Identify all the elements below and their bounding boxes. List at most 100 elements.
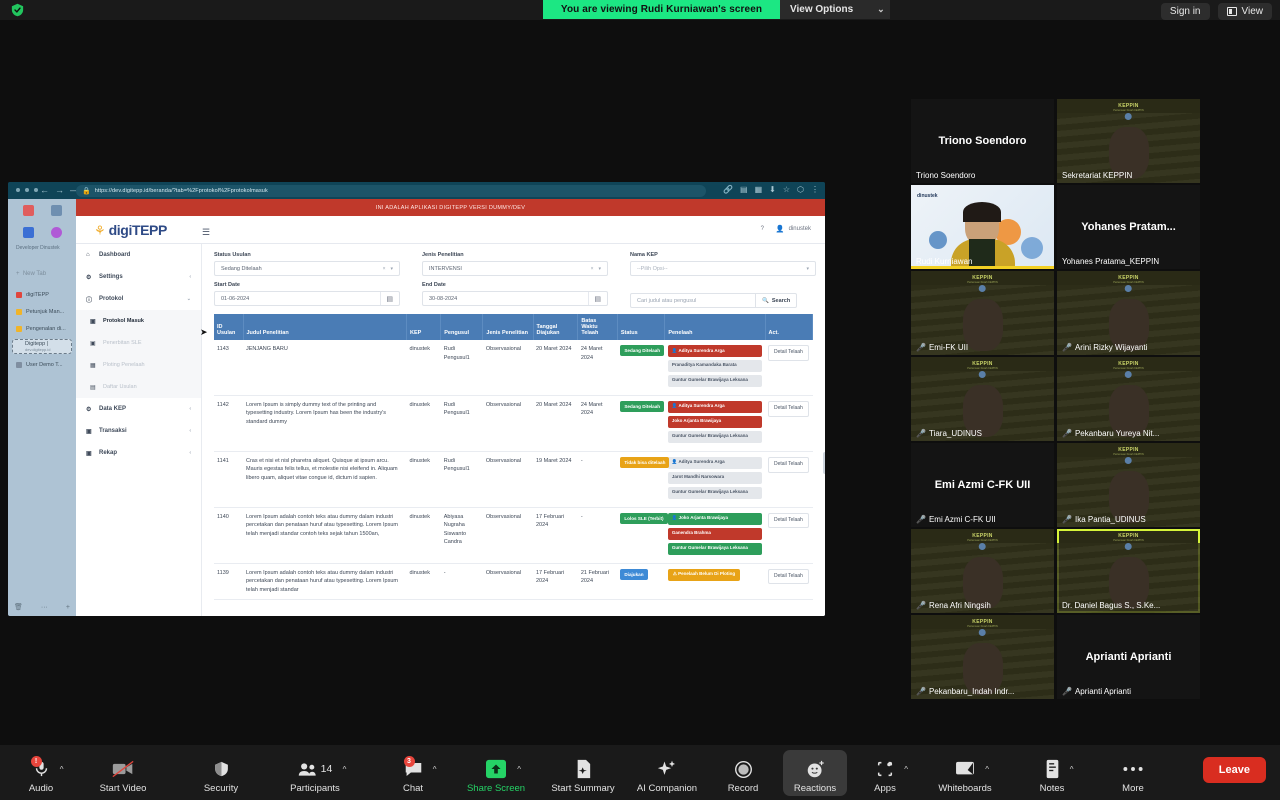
chevron-up-icon[interactable]: ^ xyxy=(904,765,908,774)
participant-tile[interactable]: KEPPIN Pertemuan Ilmiah KEPPIN 🎤 Ika Pantia… xyxy=(1057,443,1200,527)
status-usulan-select[interactable]: Sedang Ditelaah × ▾ xyxy=(214,261,400,276)
sidebar-item-rekap[interactable]: ▣ Rekap ‹ xyxy=(76,442,201,464)
help-icon[interactable]: ? xyxy=(761,226,764,232)
participant-tile[interactable]: KEPPIN Pertemuan Ilmiah KEPPIN 🎤 Emi-FK UII xyxy=(911,271,1054,355)
toolbar-ai-companion-button[interactable]: AI Companion xyxy=(635,758,699,794)
penelaah-badge[interactable]: Guntur Gumelar Brawijaya Leksana xyxy=(667,430,762,443)
sidebar-item-penerbitan-sle[interactable]: ▣ Penerbitan SLE xyxy=(76,332,201,354)
browser-sidebar-toolrow-2[interactable] xyxy=(8,223,76,242)
search-button[interactable]: 🔍 Search xyxy=(756,293,798,308)
sidebar-item-daftar-usulan[interactable]: ▤ Daftar Usulan xyxy=(76,376,201,398)
participant-tile[interactable]: Aprianti Aprianti 🎤 Aprianti Aprianti xyxy=(1057,615,1200,699)
new-tab-button[interactable]: + New Tab xyxy=(16,271,46,277)
participant-tile[interactable]: Yohanes Pratam... Yohanes Pratama_KEPPIN xyxy=(1057,185,1200,269)
leave-button[interactable]: Leave xyxy=(1202,757,1266,783)
penelaah-badge[interactable]: Jarot Mandhi Narsowara xyxy=(667,471,762,484)
participant-tile[interactable]: KEPPIN Pertemuan Ilmiah KEPPIN Sekretariat… xyxy=(1057,99,1200,183)
penelaah-badge[interactable]: 👤 Joko Arjanta Brawijaya xyxy=(667,512,762,525)
toolbar-more-button[interactable]: More xyxy=(1101,758,1165,794)
jenis-penelitian-select[interactable]: INTERVENSI × ▾ xyxy=(422,261,608,276)
page-scrollbar-thumb[interactable] xyxy=(823,452,825,474)
toolbar-share-screen-button[interactable]: ^ Share Screen xyxy=(464,758,528,794)
toolbar-notes-button[interactable]: ^ Notes xyxy=(1020,758,1084,794)
penelaah-badge[interactable]: Guntur Gumelar Brawijaya Leksana xyxy=(667,374,762,387)
browser-tab-2[interactable]: Pengenalan di... xyxy=(12,322,72,335)
penelaah-badge[interactable]: Pranaditya Kamandaka Barata xyxy=(667,359,762,372)
toolbar-participants-button[interactable]: 14 ^ Participants xyxy=(283,758,347,794)
user-menu[interactable]: 👤 dinustek xyxy=(776,225,811,233)
toolbar-start-summary-button[interactable]: Start Summary xyxy=(551,758,615,794)
participant-tile[interactable]: KEPPIN Pertemuan Ilmiah KEPPIN 🎤 Tiara_UDIN… xyxy=(911,357,1054,441)
browser-sidebar-toolrow-1[interactable] xyxy=(8,201,76,220)
toolbar-record-button[interactable]: Record xyxy=(711,758,775,794)
toolbar-start-video-button[interactable]: Start Video xyxy=(91,758,155,794)
sidebar-item-protokol-masuk[interactable]: ▣ Protokol Masuk xyxy=(76,310,201,332)
browser-sidebar-footer[interactable]: 🗑 ··· + xyxy=(14,603,70,612)
browser-tab-3-active[interactable]: Digitepp | dev.digitepp.id xyxy=(12,339,72,354)
shared-screen-region[interactable]: ← → — 🔒 https://dev.digitepp.id/beranda/?t… xyxy=(8,182,825,616)
toolbar-audio-button[interactable]: ! ^ Audio xyxy=(9,756,73,794)
calendar-icon[interactable]: ▤ xyxy=(588,292,601,305)
chevron-up-icon[interactable]: ^ xyxy=(985,765,989,774)
table-row[interactable]: 1143 JENJANG BARU dinustek Rudi Pengusul1 Ob… xyxy=(214,340,813,396)
sidebar-item-protokol[interactable]: ⓘ Protokol ⌄ xyxy=(76,288,201,310)
sidebar-item-transaksi[interactable]: ▣ Transaksi ‹ xyxy=(76,420,201,442)
browser-address-bar[interactable]: 🔒 https://dev.digitepp.id/beranda/?tab=%… xyxy=(76,185,706,197)
chevron-up-icon[interactable]: ^ xyxy=(1070,765,1074,774)
participant-tile[interactable]: KEPPIN Pertemuan Ilmiah KEPPIN 🎤 Rena Afri … xyxy=(911,529,1054,613)
penelaah-badge[interactable]: 👤 Aditya Surendra Arga xyxy=(667,456,762,469)
digitepp-logo[interactable]: ⚘ digiTEPP xyxy=(94,222,167,238)
penelaah-badge[interactable]: Ganendra Brahma xyxy=(667,527,762,540)
toolbar-whiteboards-button[interactable]: ^ Whiteboards xyxy=(933,758,997,794)
browser-tab-4[interactable]: User Demo T... xyxy=(12,358,72,371)
detail-telaah-button[interactable]: Detail Telaah xyxy=(768,456,809,473)
participant-tile[interactable]: KEPPIN Pertemuan Ilmiah KEPPIN Dr. Daniel … xyxy=(1057,529,1200,613)
penelaah-badge[interactable]: Guntur Gumelar Brawijaya Leksana xyxy=(667,542,762,555)
chevron-up-icon[interactable]: ^ xyxy=(517,765,521,774)
browser-tab-1[interactable]: Petunjuk Man... xyxy=(12,305,72,318)
view-options-button[interactable]: View Options ⌄ xyxy=(780,0,890,19)
table-row[interactable]: 1140 Lorem Ipsum adalah contoh teks atau … xyxy=(214,507,813,564)
sidebar-item-data-kep[interactable]: ⚙ Data KEP ‹ xyxy=(76,398,201,420)
participant-tile[interactable]: KEPPIN Pertemuan Ilmiah KEPPIN 🎤 Arini Rizk… xyxy=(1057,271,1200,355)
browser-vertical-tabs-sidebar[interactable]: Developer Dinustek + New Tab digiTEPP Pe… xyxy=(8,199,76,616)
participant-tile[interactable]: Emi Azmi C-FK UII 🎤 Emi Azmi C-FK UII xyxy=(911,443,1054,527)
window-controls[interactable] xyxy=(16,188,38,192)
app-sidebar[interactable]: ⌂ Dashboard ⚙ Settings ‹ ⓘ Protokol ⌄ ▣ … xyxy=(76,244,202,616)
end-date-input[interactable]: 30-08-2024 ▤ xyxy=(422,291,608,306)
table-row[interactable]: 1141 Cras et nisi et nisl pharetra alique… xyxy=(214,451,813,508)
participant-tile[interactable]: Trionо Soendoro Trionо Soendoro xyxy=(911,99,1054,183)
view-layout-button[interactable]: View xyxy=(1217,3,1272,20)
detail-telaah-button[interactable]: Detail Telaah xyxy=(768,345,809,361)
participant-tile[interactable]: KEPPIN Pertemuan Ilmiah KEPPIN 🎤 Pekanbaru … xyxy=(1057,357,1200,441)
penelaah-badge[interactable]: 👤 Aditya Surendra Arga xyxy=(667,345,762,357)
chevron-up-icon[interactable]: ^ xyxy=(343,765,347,774)
detail-telaah-button[interactable]: Detail Telaah xyxy=(768,568,809,585)
chevron-up-icon[interactable]: ^ xyxy=(433,765,437,774)
sidebar-item-dashboard[interactable]: ⌂ Dashboard xyxy=(76,244,201,266)
participant-tile[interactable]: dinustek Rudi Kurniawan xyxy=(911,185,1054,269)
search-input[interactable]: Cari judul atau pengusul xyxy=(630,293,756,308)
browser-toolbar-icons[interactable]: 🔗 ▤ ▦ ⬇ ☆ ⬡ ⋮ xyxy=(723,185,819,194)
chevron-up-icon[interactable]: ^ xyxy=(60,765,64,774)
sign-in-button[interactable]: Sign in xyxy=(1160,3,1210,20)
penelaah-badge[interactable]: Joko Arjanta Brawijaya xyxy=(667,415,762,428)
participant-tile[interactable]: KEPPIN Pertemuan Ilmiah KEPPIN 🎤 Pekanbaru_… xyxy=(911,615,1054,699)
sidebar-item-settings[interactable]: ⚙ Settings ‹ xyxy=(76,266,201,288)
sidebar-item-ploting-penelaah[interactable]: ▦ Ploting Penelaah xyxy=(76,354,201,376)
toolbar-security-button[interactable]: Security xyxy=(189,758,253,794)
penelaah-badge[interactable]: Guntur Gumelar Brawijaya Leksana xyxy=(667,486,762,499)
table-row[interactable]: 1142 Lorem Ipsum is simply dummy text of … xyxy=(214,395,813,452)
detail-telaah-button[interactable]: Detail Telaah xyxy=(768,512,809,529)
nama-kep-select[interactable]: --Pilih Opsi-- ▾ xyxy=(630,261,816,276)
start-date-input[interactable]: 01-06-2024 ▤ xyxy=(214,291,400,306)
browser-nav-buttons[interactable]: ← → — xyxy=(40,185,79,195)
toolbar-reactions-button[interactable]: Reactions xyxy=(783,758,847,794)
detail-telaah-button[interactable]: Detail Telaah xyxy=(768,400,809,417)
table-row[interactable]: 1139 Lorem Ipsum adalah contoh teks atau … xyxy=(214,563,813,601)
penelaah-badge[interactable]: 👤 Aditya Surendra Arga xyxy=(667,400,762,413)
calendar-icon[interactable]: ▤ xyxy=(380,292,393,305)
browser-tab-0[interactable]: digiTEPP xyxy=(12,288,72,301)
toolbar-apps-button[interactable]: ^ Apps xyxy=(853,758,917,794)
hamburger-menu-icon[interactable]: ☰ xyxy=(202,227,210,238)
